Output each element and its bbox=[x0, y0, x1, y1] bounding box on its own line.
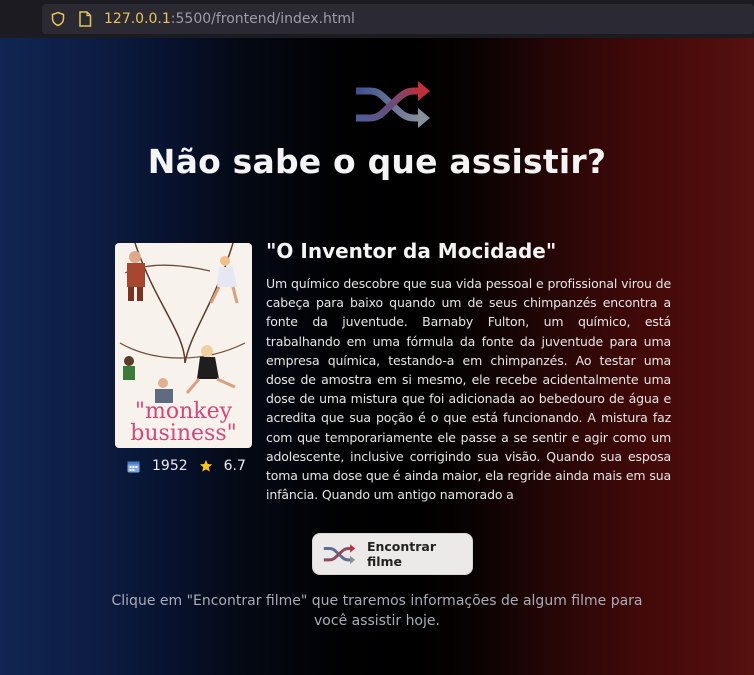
poster-title-line2: business" bbox=[130, 421, 237, 446]
url-path: :5500/frontend/index.html bbox=[170, 11, 355, 27]
shuffle-icon bbox=[323, 544, 356, 565]
shuffle-icon bbox=[356, 81, 430, 128]
hint-text: Clique em "Encontrar filme" que traremos… bbox=[111, 593, 643, 629]
poster-title-line1: "monkey bbox=[134, 399, 233, 424]
star-icon bbox=[199, 459, 212, 472]
browser-toolbar: 127.0.0.1:5500/frontend/index.html bbox=[0, 0, 754, 38]
find-movie-button[interactable]: Encontrar filme bbox=[312, 533, 473, 575]
movie-poster: "monkey business" bbox=[115, 243, 252, 448]
find-movie-label: Encontrar filme bbox=[366, 539, 437, 569]
page-icon bbox=[79, 11, 92, 27]
movie-title: "O Inventor da Mocidade" bbox=[266, 239, 557, 263]
address-bar[interactable]: 127.0.0.1:5500/frontend/index.html bbox=[42, 4, 754, 34]
movie-year: 1952 bbox=[152, 458, 188, 474]
page-background: Não sabe o que assistir? "monkey busines… bbox=[0, 38, 754, 675]
url-host: 127.0.0.1 bbox=[104, 11, 171, 27]
movie-overview: Um químico descobre que sua vida pessoal… bbox=[266, 276, 671, 503]
calendar-icon bbox=[127, 461, 140, 472]
movie-rating: 6.7 bbox=[223, 458, 246, 474]
shield-icon[interactable] bbox=[50, 11, 66, 27]
url-text[interactable]: 127.0.0.1:5500/frontend/index.html bbox=[104, 11, 355, 27]
page-title: Não sabe o que assistir? bbox=[147, 142, 607, 181]
movie-meta: 1952 6.7 bbox=[127, 456, 246, 476]
